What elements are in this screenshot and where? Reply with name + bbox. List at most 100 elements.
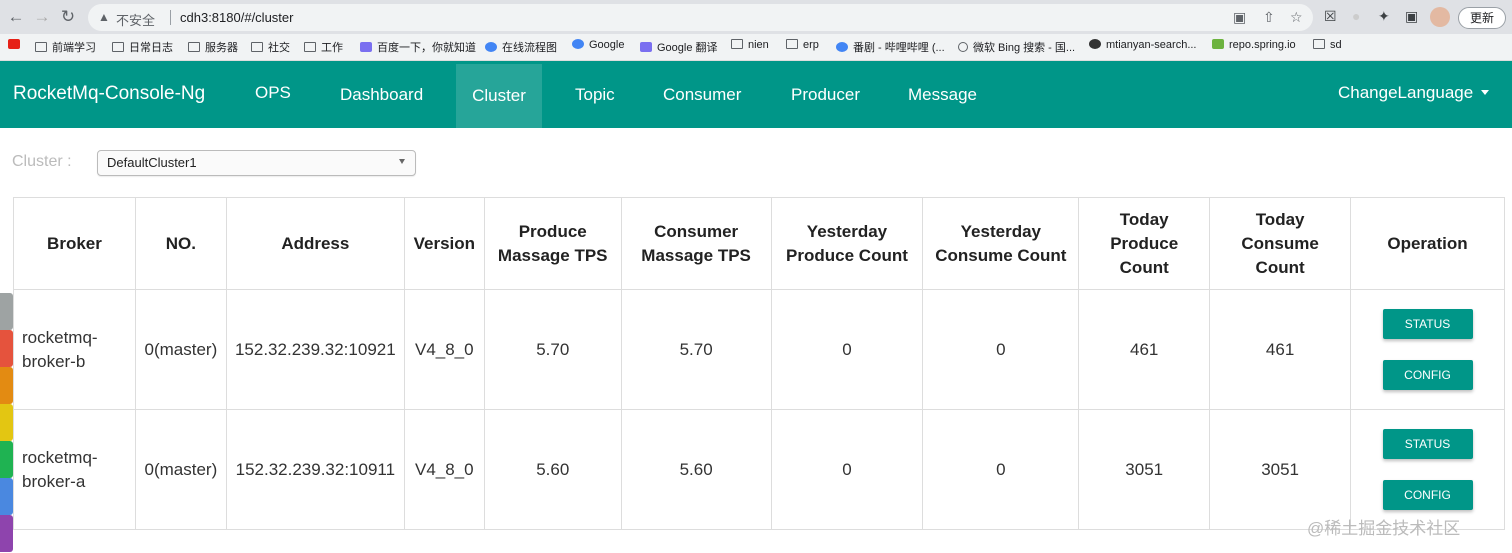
change-language-dropdown[interactable]: ChangeLanguage xyxy=(1322,61,1505,128)
header-no: NO. xyxy=(134,197,227,290)
config-button[interactable]: CONFIG xyxy=(1382,480,1473,510)
cluster-select[interactable]: DefaultCluster1 xyxy=(97,150,416,176)
cell-yesterday-produce: 0 xyxy=(770,289,924,410)
side-tab[interactable] xyxy=(0,367,13,404)
cell-broker: rocketmq-broker-b xyxy=(13,289,136,410)
cell-today-consume: 461 xyxy=(1209,289,1352,410)
bookmark-item[interactable]: 番剧 - 哔哩哔哩 (... xyxy=(836,39,945,55)
bookmark-youtube[interactable] xyxy=(8,39,25,51)
cell-version: V4_8_0 xyxy=(403,409,485,530)
watermark: @稀土掘金技术社区 xyxy=(1307,519,1461,538)
nav-cluster[interactable]: Cluster xyxy=(456,64,542,128)
bookmark-item[interactable]: 服务器 xyxy=(188,39,238,55)
side-tab[interactable] xyxy=(0,293,13,330)
bookmark-item[interactable]: 工作 xyxy=(304,39,343,55)
header-broker: Broker xyxy=(13,197,136,290)
dropdown-arrow-icon xyxy=(399,159,405,164)
folder-icon xyxy=(304,42,316,52)
cell-today-consume: 3051 xyxy=(1209,409,1352,530)
google-icon xyxy=(572,39,584,49)
cell-no: 0(master) xyxy=(134,409,227,530)
translate-icon[interactable]: ▣ xyxy=(1233,9,1246,26)
bookmark-item[interactable]: Google xyxy=(572,39,624,51)
folder-icon xyxy=(786,39,798,49)
folder-icon xyxy=(251,42,263,52)
nav-consumer[interactable]: Consumer xyxy=(647,61,757,128)
status-button[interactable]: STATUS xyxy=(1382,429,1473,459)
folder-icon xyxy=(112,42,124,52)
header-today-consume: Today Consume Count xyxy=(1209,197,1352,290)
share-icon[interactable]: ⇧ xyxy=(1263,9,1275,26)
header-address: Address xyxy=(225,197,405,290)
translate-icon xyxy=(640,42,652,52)
bookmarks-bar: 前端学习 日常日志 服务器 社交 工作 百度一下，你就知道 在线流程图 Goog… xyxy=(0,34,1512,61)
update-button[interactable]: 更新 xyxy=(1458,7,1506,29)
folder-icon xyxy=(35,42,47,52)
spring-icon xyxy=(1212,39,1224,49)
cell-version: V4_8_0 xyxy=(403,289,485,410)
bookmark-item[interactable]: 日常日志 xyxy=(112,39,173,55)
bookmark-item[interactable]: Google 翻译 xyxy=(640,39,718,55)
cell-yesterday-consume: 0 xyxy=(922,409,1080,530)
bookmark-item[interactable]: sd xyxy=(1313,39,1342,51)
bookmark-item[interactable]: 微软 Bing 搜索 - 国... xyxy=(958,39,1075,55)
cell-broker: rocketmq-broker-a xyxy=(13,409,136,530)
nav-dashboard[interactable]: Dashboard xyxy=(324,61,439,128)
header-operation: Operation xyxy=(1350,197,1505,290)
caret-down-icon xyxy=(1481,90,1490,95)
nav-ops[interactable]: OPS xyxy=(239,61,307,128)
forward-icon[interactable]: → xyxy=(32,7,52,27)
bookmark-item[interactable]: 社交 xyxy=(251,39,290,55)
cell-consumer-tps: 5.70 xyxy=(620,289,772,410)
back-icon[interactable]: ← xyxy=(6,7,26,27)
side-tab[interactable] xyxy=(0,441,13,478)
url-text[interactable]: cdh3:8180/#/cluster xyxy=(180,10,293,25)
extensions-puzzle-icon[interactable]: ✦ xyxy=(1378,8,1390,25)
browser-toolbar: ← → ↻ ▲ 不安全 cdh3:8180/#/cluster ▣ ⇧ ☆ ☒ … xyxy=(0,0,1512,34)
side-panel-icon[interactable]: ▣ xyxy=(1405,8,1418,25)
bookmark-item[interactable]: mtianyan-search... xyxy=(1089,39,1196,51)
avatar[interactable] xyxy=(1430,7,1450,27)
cluster-selected-value: DefaultCluster1 xyxy=(107,155,197,170)
address-bar[interactable]: ▲ 不安全 cdh3:8180/#/cluster ▣ ⇧ ☆ xyxy=(88,4,1313,31)
nav-topic[interactable]: Topic xyxy=(559,61,631,128)
cell-today-produce: 461 xyxy=(1078,289,1211,410)
side-tab[interactable] xyxy=(0,515,13,552)
insecure-label: 不安全 xyxy=(116,13,156,28)
status-button[interactable]: STATUS xyxy=(1382,309,1473,339)
side-tab[interactable] xyxy=(0,478,13,515)
bookmark-item[interactable]: erp xyxy=(786,39,819,51)
bookmark-item[interactable]: nien xyxy=(731,39,769,51)
header-consumer-tps: Consumer Massage TPS xyxy=(620,197,772,290)
header-today-produce: Today Produce Count xyxy=(1078,197,1211,290)
app-navbar: RocketMq-Console-Ng OPS Dashboard Cluste… xyxy=(0,61,1512,128)
header-produce-tps: Produce Massage TPS xyxy=(483,197,622,290)
bookmark-star-icon[interactable]: ☆ xyxy=(1290,9,1303,26)
header-yesterday-produce: Yesterday Produce Count xyxy=(770,197,924,290)
side-tab[interactable] xyxy=(0,404,13,441)
extension-x-icon[interactable]: ☒ xyxy=(1324,8,1337,25)
baidu-icon xyxy=(360,42,372,52)
extension-circle-icon[interactable]: ● xyxy=(1352,8,1360,24)
youtube-icon xyxy=(8,39,20,49)
config-button[interactable]: CONFIG xyxy=(1382,360,1473,390)
cell-consumer-tps: 5.60 xyxy=(620,409,772,530)
cell-yesterday-produce: 0 xyxy=(770,409,924,530)
table-row: rocketmq-broker-a 0(master) 152.32.239.3… xyxy=(13,409,1505,530)
cell-operation: STATUS CONFIG xyxy=(1350,409,1505,530)
nav-producer[interactable]: Producer xyxy=(775,61,876,128)
nav-message[interactable]: Message xyxy=(892,61,993,128)
bookmark-item[interactable]: 百度一下，你就知道 xyxy=(360,39,476,55)
cell-address: 152.32.239.32:10921 xyxy=(225,289,405,410)
bookmark-item[interactable]: repo.spring.io xyxy=(1212,39,1296,51)
brand-title[interactable]: RocketMq-Console-Ng xyxy=(13,83,205,105)
side-tab[interactable] xyxy=(0,330,13,367)
folder-icon xyxy=(188,42,200,52)
cell-produce-tps: 5.60 xyxy=(483,409,622,530)
cell-yesterday-consume: 0 xyxy=(922,289,1080,410)
bookmark-item[interactable]: 在线流程图 xyxy=(485,39,557,55)
bookmark-item[interactable]: 前端学习 xyxy=(35,39,96,55)
reload-icon[interactable]: ↻ xyxy=(58,7,78,27)
folder-icon xyxy=(1313,39,1325,49)
cluster-label: Cluster : xyxy=(12,153,72,170)
